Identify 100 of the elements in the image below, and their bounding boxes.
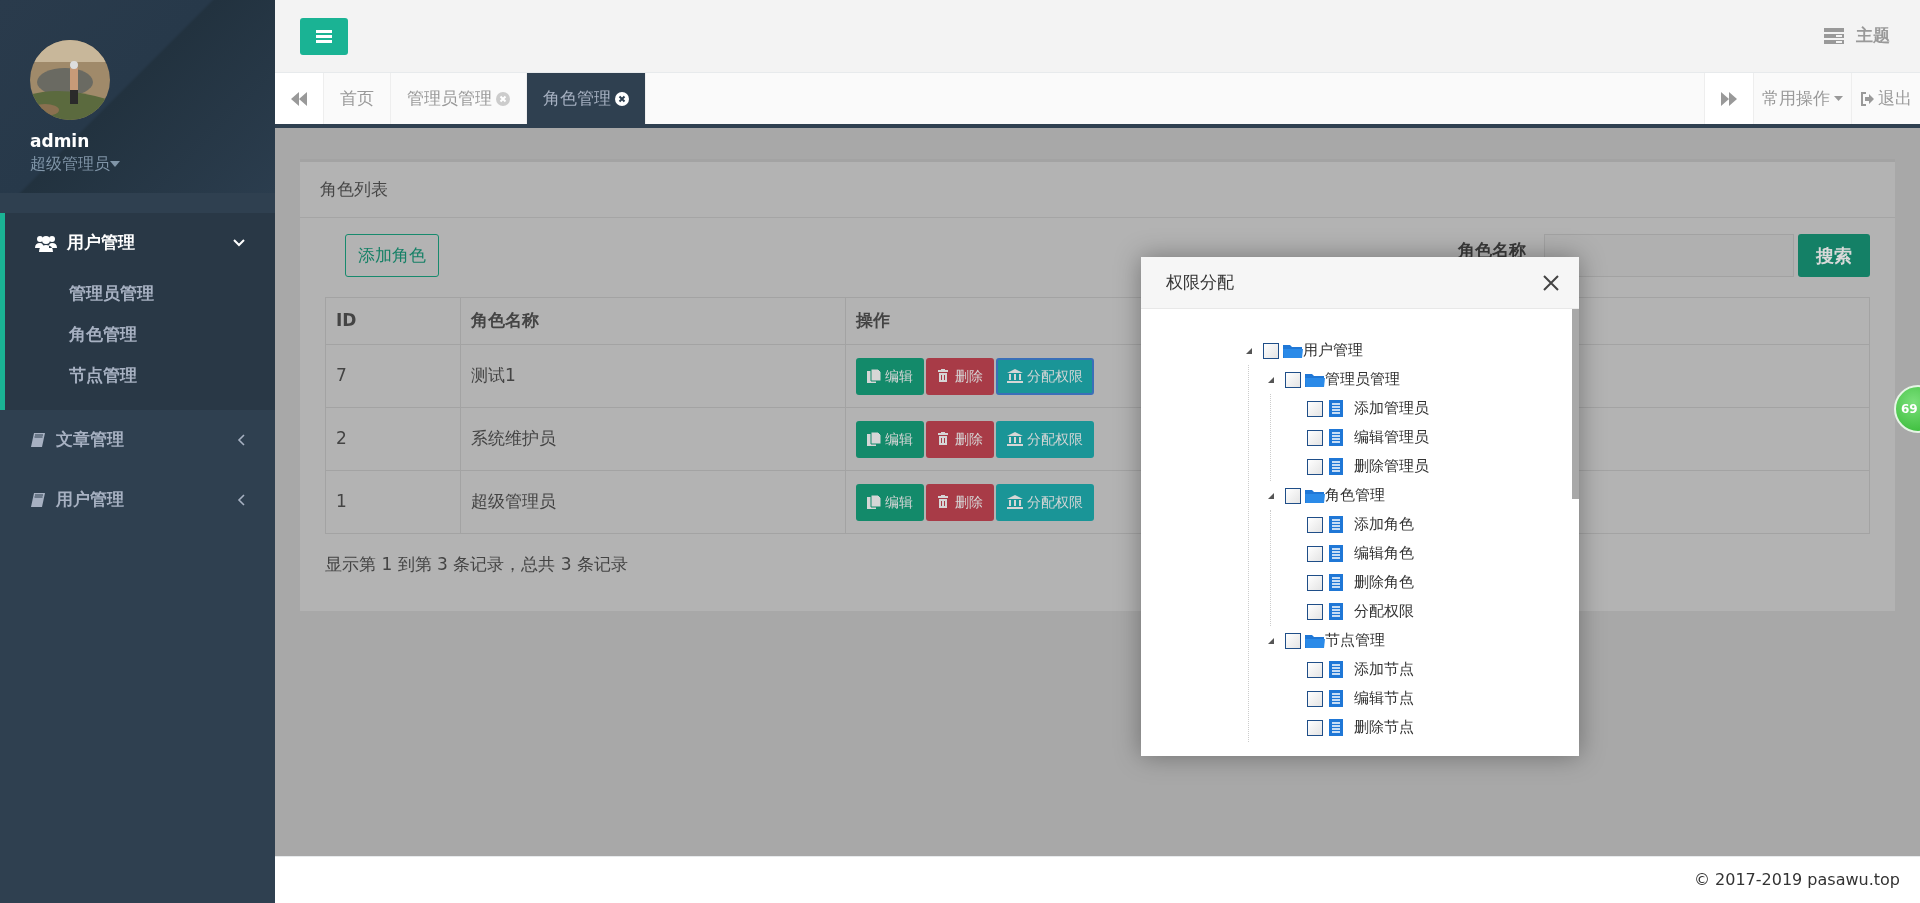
document-icon	[1329, 603, 1343, 620]
double-left-icon	[291, 91, 307, 106]
checkbox[interactable]	[1307, 603, 1323, 620]
checkbox[interactable]	[1307, 400, 1323, 417]
document-icon	[1329, 719, 1343, 736]
scroll-right-button[interactable]	[1704, 73, 1753, 124]
document-icon	[1329, 545, 1343, 562]
tree-node-label[interactable]: 编辑节点	[1354, 687, 1414, 710]
caret-icon	[1834, 96, 1843, 101]
submenu-item[interactable]: 角色管理	[5, 314, 275, 355]
pagination-info: 显示第 1 到第 3 条记录，总共 3 条记录	[325, 553, 628, 576]
delete-button[interactable]: 删除	[926, 420, 994, 458]
document-icon	[1329, 690, 1343, 707]
table-cell: 1	[325, 470, 461, 534]
close-icon	[1543, 274, 1559, 291]
trash-icon	[937, 495, 951, 509]
assign-button[interactable]: 分配权限	[996, 483, 1094, 521]
submenu-item[interactable]: 管理员管理	[5, 273, 275, 314]
document-icon	[1329, 661, 1343, 678]
tree-node-label[interactable]: 管理员管理	[1325, 368, 1400, 391]
column-header: ID	[325, 297, 461, 345]
checkbox[interactable]	[1307, 516, 1323, 533]
tree-node-label[interactable]: 删除管理员	[1354, 455, 1429, 478]
document-icon	[1329, 574, 1343, 591]
assign-button[interactable]: 分配权限	[996, 420, 1094, 458]
delete-button[interactable]: 删除	[926, 357, 994, 395]
checkbox[interactable]	[1307, 574, 1323, 591]
edit-button[interactable]: 编辑	[856, 357, 924, 395]
document-icon	[1329, 458, 1343, 475]
scrollbar[interactable]	[1572, 309, 1579, 499]
copy-icon	[867, 432, 881, 446]
double-right-icon	[1721, 91, 1737, 106]
tree-node-label[interactable]: 添加节点	[1354, 658, 1414, 681]
bank-icon	[1007, 495, 1023, 509]
folder-icon	[1305, 371, 1325, 388]
document-icon	[1329, 400, 1343, 417]
table-cell: 测试1	[460, 344, 846, 408]
tree-node-label[interactable]: 编辑管理员	[1354, 426, 1429, 449]
tab[interactable]: 角色管理	[527, 73, 646, 124]
caret-icon	[110, 161, 120, 167]
checkbox[interactable]	[1307, 429, 1323, 446]
checkbox[interactable]	[1285, 487, 1301, 504]
submenu-item[interactable]: 节点管理	[5, 355, 275, 396]
checkbox[interactable]	[1307, 545, 1323, 562]
search-button[interactable]: 搜索	[1798, 234, 1870, 277]
checkbox[interactable]	[1307, 661, 1323, 678]
panel-title: 角色列表	[320, 177, 388, 201]
book-icon	[30, 492, 46, 508]
list-icon	[1824, 28, 1844, 44]
table-cell: 超级管理员	[460, 470, 846, 534]
expand-toggle-icon[interactable]	[1268, 492, 1274, 499]
copy-icon	[867, 369, 881, 383]
checkbox[interactable]	[1307, 719, 1323, 736]
menu-button[interactable]	[300, 17, 348, 55]
users-icon	[35, 234, 57, 252]
expand-toggle-icon[interactable]	[1268, 637, 1274, 644]
folder-icon	[1305, 632, 1325, 649]
book-icon	[30, 432, 46, 448]
user-name: admin	[30, 130, 91, 152]
menu-item[interactable]: 用户管理	[5, 213, 275, 273]
tree-node-label[interactable]: 删除节点	[1354, 716, 1414, 739]
edit-button[interactable]: 编辑	[856, 420, 924, 458]
delete-button[interactable]: 删除	[926, 483, 994, 521]
tree-node-label[interactable]: 添加角色	[1354, 513, 1414, 536]
tree-node-label[interactable]: 角色管理	[1325, 484, 1385, 507]
folder-icon	[1305, 487, 1325, 504]
copy-icon	[867, 495, 881, 509]
role-dropdown[interactable]: 超级管理员	[30, 152, 245, 176]
close-button[interactable]	[1543, 274, 1559, 291]
menu-icon	[316, 29, 332, 43]
tree-node-label[interactable]: 删除角色	[1354, 571, 1414, 594]
bank-icon	[1007, 369, 1023, 383]
sign-out-icon	[1860, 91, 1874, 106]
theme-button[interactable]: 主题	[1824, 23, 1890, 49]
search-field[interactable]	[1544, 234, 1794, 277]
menu-item[interactable]: 文章管理	[0, 410, 275, 470]
column-header: 角色名称	[460, 297, 846, 345]
tree-node-label[interactable]: 分配权限	[1354, 600, 1414, 623]
table-cell: 7	[325, 344, 461, 408]
tree-node-label[interactable]: 添加管理员	[1354, 397, 1429, 420]
checkbox[interactable]	[1307, 458, 1323, 475]
document-icon	[1329, 516, 1343, 533]
modal-title: 权限分配	[1166, 270, 1234, 294]
tree-node-label[interactable]: 节点管理	[1325, 629, 1385, 652]
checkbox[interactable]	[1307, 690, 1323, 707]
scroll-left-button[interactable]	[275, 73, 324, 124]
checkbox[interactable]	[1285, 371, 1301, 388]
bank-icon	[1007, 432, 1023, 446]
checkbox[interactable]	[1263, 342, 1279, 359]
checkbox[interactable]	[1285, 632, 1301, 649]
folder-icon	[1283, 342, 1303, 359]
expand-toggle-icon[interactable]	[1268, 376, 1274, 383]
trash-icon	[937, 432, 951, 446]
tree-node-label[interactable]: 编辑角色	[1354, 542, 1414, 565]
trash-icon	[937, 369, 951, 383]
assign-button[interactable]: 分配权限	[996, 357, 1094, 395]
copyright-text: © 2017-2019 pasawu.top	[1694, 869, 1900, 891]
expand-toggle-icon[interactable]	[1246, 347, 1252, 354]
menu-item[interactable]: 用户管理	[0, 470, 275, 530]
edit-button[interactable]: 编辑	[856, 483, 924, 521]
